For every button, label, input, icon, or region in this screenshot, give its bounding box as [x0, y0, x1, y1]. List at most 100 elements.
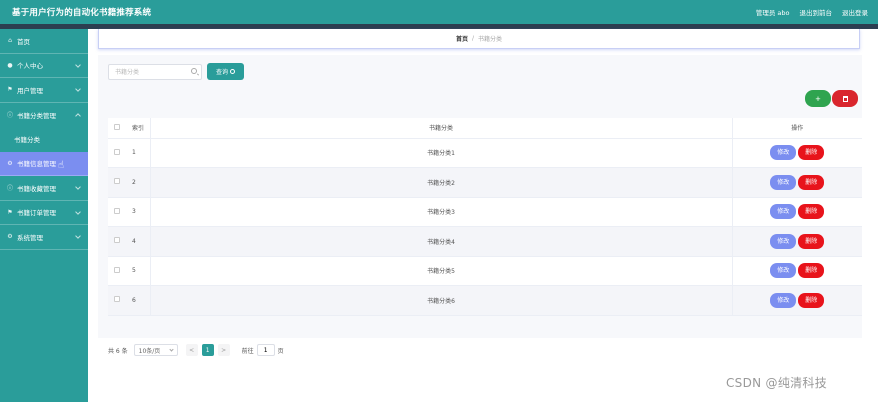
main-content: 首页 / 书籍分类 查询 + 索引 书籍分类 操作	[88, 29, 878, 402]
delete-button[interactable]: 删除	[798, 263, 825, 279]
pagination: 共 6 条 10条/页 < 1 > 前往 页	[108, 343, 284, 357]
header-operation: 操作	[732, 118, 862, 139]
gear-icon: ⚙	[7, 233, 13, 241]
sidebar-item-category-management[interactable]: ⓘ 书籍分类管理	[0, 103, 88, 128]
sidebar-item-orders[interactable]: ⚑ 书籍订单管理	[0, 201, 88, 225]
search-input[interactable]	[108, 64, 202, 80]
pointer-cursor-icon: ☝	[58, 159, 65, 171]
row-checkbox[interactable]	[114, 148, 120, 155]
row-checkbox-cell	[108, 167, 126, 198]
table-row: 1 书籍分类1 修改 删除	[108, 138, 862, 168]
row-checkbox[interactable]	[114, 207, 120, 214]
row-category-name: 书籍分类3	[150, 197, 733, 227]
welcome-text: 管理员 abo	[755, 9, 790, 17]
sidebar: ⌂ 首页 ● 个人中心 ⚑ 用户管理 ⓘ 书籍分类管理 书籍分类 ⚙ 书籍信息管…	[0, 29, 88, 402]
page-size-select[interactable]: 10条/页	[133, 344, 178, 356]
info-icon: ⓘ	[6, 185, 13, 193]
header-actions: 管理员 abo 退出到前台 退出登录	[756, 7, 868, 17]
edit-button[interactable]: 修改	[770, 263, 797, 279]
query-button[interactable]: 查询	[207, 63, 244, 80]
gear-icon: ⚙	[7, 159, 13, 167]
row-actions: 修改 删除	[732, 197, 862, 227]
table-row: 4 书籍分类4 修改 删除	[108, 226, 862, 257]
plus-icon: +	[815, 93, 821, 104]
chevron-down-icon	[75, 208, 81, 215]
row-checkbox-cell	[108, 138, 126, 168]
delete-button[interactable]: 删除	[798, 174, 825, 190]
table-row: 5 书籍分类5 修改 删除	[108, 256, 862, 286]
sidebar-item-user-management[interactable]: ⚑ 用户管理	[0, 78, 88, 103]
page-number-current[interactable]: 1	[201, 344, 214, 356]
edit-button[interactable]: 修改	[770, 233, 797, 249]
search-icon	[230, 69, 235, 74]
row-checkbox-cell	[108, 285, 126, 316]
sidebar-item-book-info[interactable]: ⚙ 书籍信息管理 ☝	[0, 151, 88, 176]
sidebar-item-home[interactable]: ⌂ 首页	[0, 29, 88, 54]
row-checkbox-cell	[108, 197, 126, 227]
select-all-checkbox[interactable]	[114, 123, 120, 130]
sidebar-item-label: 书籍分类	[14, 136, 40, 145]
table-row: 3 书籍分类3 修改 删除	[108, 197, 862, 227]
logout-link[interactable]: 退出登录	[842, 7, 868, 17]
chevron-down-icon	[75, 61, 81, 68]
edit-button[interactable]: 修改	[770, 145, 797, 161]
sidebar-item-label: 书籍收藏管理	[17, 184, 56, 193]
select-all-cell	[108, 118, 126, 139]
breadcrumb-current: 书籍分类	[478, 36, 503, 43]
flag-icon: ⚑	[7, 86, 13, 94]
header-name: 书籍分类	[150, 118, 733, 139]
delete-button[interactable]: 删除	[798, 204, 825, 220]
pagination-total: 共 6 条	[108, 347, 128, 355]
search-icon	[191, 68, 197, 74]
row-category-name: 书籍分类1	[150, 138, 733, 168]
delete-button[interactable]: 删除	[798, 145, 825, 161]
goto-label: 前往	[241, 347, 254, 355]
page-size-value: 10条/页	[138, 347, 161, 355]
trash-icon	[842, 95, 848, 102]
chevron-down-icon	[75, 233, 81, 239]
row-checkbox[interactable]	[114, 237, 120, 244]
row-checkbox[interactable]	[114, 296, 120, 303]
row-actions: 修改 删除	[732, 226, 862, 257]
exit-backend-link[interactable]: 退出到前台	[800, 7, 833, 17]
sidebar-item-favorites[interactable]: ⓘ 书籍收藏管理	[0, 176, 88, 201]
add-button[interactable]: +	[805, 90, 831, 107]
row-category-name: 书籍分类5	[150, 256, 733, 286]
next-page-button[interactable]: >	[217, 344, 230, 356]
row-actions: 修改 删除	[732, 138, 862, 168]
user-icon: ●	[7, 61, 13, 69]
edit-button[interactable]: 修改	[770, 204, 797, 220]
sidebar-item-label: 书籍订单管理	[17, 209, 56, 218]
edit-button[interactable]: 修改	[770, 292, 797, 308]
breadcrumb-separator: /	[471, 35, 475, 42]
row-checkbox[interactable]	[114, 178, 120, 185]
row-checkbox[interactable]	[114, 266, 120, 273]
table-row: 2 书籍分类2 修改 删除	[108, 167, 862, 198]
row-index: 4	[126, 226, 151, 257]
row-actions: 修改 删除	[732, 285, 862, 316]
goto-page-input[interactable]	[256, 344, 275, 356]
delete-button[interactable]: 删除	[798, 292, 825, 308]
row-category-name: 书籍分类2	[150, 167, 733, 198]
row-actions: 修改 删除	[732, 256, 862, 286]
sidebar-item-system[interactable]: ⚙ 系统管理	[0, 225, 88, 250]
sidebar-item-label: 个人中心	[17, 62, 43, 71]
sidebar-item-label: 系统管理	[17, 233, 43, 242]
watermark-text: CSDN @纯清科技	[726, 376, 828, 390]
row-category-name: 书籍分类6	[150, 285, 733, 316]
batch-delete-button[interactable]	[832, 90, 858, 107]
chevron-down-icon	[169, 346, 174, 352]
prev-page-button[interactable]: <	[185, 344, 198, 356]
page-suffix: 页	[277, 347, 284, 355]
edit-button[interactable]: 修改	[770, 174, 797, 190]
delete-button[interactable]: 删除	[798, 233, 825, 249]
header-index: 索引	[126, 118, 151, 139]
category-table: 索引 书籍分类 操作 1 书籍分类1 修改 删除 2 书籍分类2 修改 删除 3…	[108, 118, 862, 316]
sidebar-item-personal-center[interactable]: ● 个人中心	[0, 54, 88, 78]
app-title: 基于用户行为的自动化书籍推荐系统	[12, 8, 152, 18]
sidebar-item-label: 书籍信息管理	[17, 160, 56, 169]
breadcrumb-home[interactable]: 首页	[456, 34, 468, 43]
table-header-row: 索引 书籍分类 操作	[108, 118, 862, 139]
chevron-up-icon	[75, 112, 81, 119]
sidebar-subitem-category[interactable]: 书籍分类	[0, 127, 88, 152]
